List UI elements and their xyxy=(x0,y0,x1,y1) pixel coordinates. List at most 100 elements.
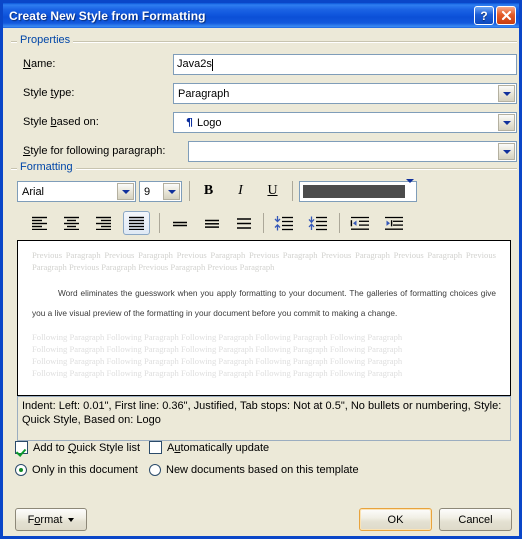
only-this-document-label: Only in this document xyxy=(32,464,138,476)
formatting-group: Formatting Arial 9 B I U Previous Paragr… xyxy=(11,161,517,401)
font-color-combobox[interactable] xyxy=(299,179,417,202)
decrease-paragraph-spacing-icon xyxy=(274,215,293,230)
line-spacing-single-button[interactable] xyxy=(167,212,192,234)
font-family-combobox[interactable]: Arial xyxy=(17,181,136,202)
toolbar-separator xyxy=(159,213,160,233)
chevron-glyph xyxy=(502,91,511,96)
underline-button[interactable]: U xyxy=(260,180,285,202)
radio-button-circle xyxy=(149,464,161,476)
properties-group-line xyxy=(11,41,517,43)
line-spacing-1-icon xyxy=(172,221,187,226)
chevron-down-icon[interactable] xyxy=(498,85,515,102)
style-following-combobox[interactable] xyxy=(188,141,517,162)
toolbar-separator xyxy=(292,181,293,201)
chevron-down-icon[interactable] xyxy=(117,183,134,200)
decrease-indent-button[interactable] xyxy=(347,212,372,234)
chevron-down-icon[interactable] xyxy=(498,114,515,131)
spacing-after-button[interactable] xyxy=(305,212,330,234)
align-left-button[interactable] xyxy=(27,212,52,234)
style-type-value: Paragraph xyxy=(178,87,230,100)
align-center-button[interactable] xyxy=(59,212,84,234)
title-bar: Create New Style from Formatting ? xyxy=(3,3,519,28)
cancel-button-label: Cancel xyxy=(458,513,493,526)
increase-indent-button[interactable] xyxy=(381,212,406,234)
close-x-glyph xyxy=(501,10,511,21)
new-documents-radio[interactable]: New documents based on this template xyxy=(149,464,359,476)
align-right-button[interactable] xyxy=(91,212,116,234)
line-spacing-1-5-button[interactable] xyxy=(199,212,224,234)
ok-button-label: OK xyxy=(387,513,404,526)
format-button-label: Format xyxy=(27,513,63,526)
font-size-combobox[interactable]: 9 xyxy=(139,181,182,202)
cancel-button[interactable]: Cancel xyxy=(439,508,512,531)
formatting-group-line xyxy=(11,168,517,170)
style-based-on-combobox[interactable]: ¶ Logo xyxy=(173,112,517,133)
line-spacing-1.5-icon xyxy=(204,219,219,228)
spacing-before-button[interactable] xyxy=(271,212,296,234)
underline-icon: U xyxy=(267,183,278,198)
font-family-value: Arial xyxy=(22,185,45,198)
close-icon[interactable] xyxy=(496,6,516,25)
radio-button-circle xyxy=(15,464,27,476)
style-description-box: Indent: Left: 0.01", First line: 0.36", … xyxy=(17,396,511,441)
style-type-combobox[interactable]: Paragraph xyxy=(173,83,517,104)
italic-button[interactable]: I xyxy=(228,180,253,202)
line-spacing-2-icon xyxy=(236,217,251,229)
chevron-down-icon[interactable] xyxy=(498,143,515,160)
format-button[interactable]: Format xyxy=(15,508,87,531)
add-to-quick-style-checkbox[interactable]: Add to Quick Style list xyxy=(15,441,140,454)
font-size-value: 9 xyxy=(144,185,151,198)
name-input-value: Java2s xyxy=(177,58,212,70)
toolbar-separator xyxy=(339,213,340,233)
style-based-on-value: Logo xyxy=(197,116,222,129)
increase-indent-icon xyxy=(384,216,403,230)
font-color-swatch xyxy=(303,185,405,198)
preview-previous-paragraph: Previous Paragraph Previous Paragraph Pr… xyxy=(32,250,496,272)
properties-group: Properties Name: Java2s Style type: Para… xyxy=(11,34,517,162)
help-icon[interactable]: ? xyxy=(474,6,494,25)
formatting-group-label: Formatting xyxy=(17,161,76,173)
preview-following-paragraph: Following Paragraph Following Paragraph … xyxy=(32,332,403,342)
dialog-title: Create New Style from Formatting xyxy=(9,8,206,23)
line-spacing-double-button[interactable] xyxy=(231,212,256,234)
style-description-text: Indent: Left: 0.01", First line: 0.36", … xyxy=(22,400,502,426)
style-preview-pane: Previous Paragraph Previous Paragraph Pr… xyxy=(17,240,511,396)
name-input[interactable]: Java2s xyxy=(173,54,517,75)
align-right-icon xyxy=(96,216,111,230)
chevron-down-icon[interactable] xyxy=(163,183,180,200)
checkbox-box xyxy=(15,441,28,454)
new-documents-label: New documents based on this template xyxy=(166,464,359,476)
increase-paragraph-spacing-icon xyxy=(308,216,327,230)
add-to-quick-style-label: Add to Quick Style list xyxy=(33,441,140,454)
bold-button[interactable]: B xyxy=(196,180,221,202)
preview-sample-text: Word eliminates the guesswork when you a… xyxy=(32,288,496,318)
ok-button[interactable]: OK xyxy=(359,508,432,531)
chevron-glyph xyxy=(167,189,176,194)
only-this-document-radio[interactable]: Only in this document xyxy=(15,464,138,476)
name-label: Name: xyxy=(23,58,56,70)
preview-following-paragraph: Following Paragraph Following Paragraph … xyxy=(32,368,403,378)
style-following-label: Style for following paragraph: xyxy=(23,145,166,157)
checkbox-box xyxy=(149,441,162,454)
italic-icon: I xyxy=(238,183,243,198)
chevron-down-icon xyxy=(68,517,75,522)
automatically-update-checkbox[interactable]: Automatically update xyxy=(149,441,269,454)
chevron-down-icon[interactable] xyxy=(406,179,414,200)
align-center-icon xyxy=(64,216,79,230)
align-justify-icon xyxy=(129,216,144,230)
automatically-update-label: Automatically update xyxy=(167,441,270,454)
chevron-glyph xyxy=(502,149,511,154)
preview-following-paragraph: Following Paragraph Following Paragraph … xyxy=(32,344,403,354)
chevron-glyph xyxy=(121,189,130,194)
style-type-label: Style type: xyxy=(23,87,75,99)
preview-following-paragraph: Following Paragraph Following Paragraph … xyxy=(32,356,403,366)
create-new-style-dialog: Create New Style from Formatting ? Prope… xyxy=(0,0,522,539)
chevron-glyph xyxy=(502,120,511,125)
properties-group-label: Properties xyxy=(17,34,74,46)
bold-icon: B xyxy=(203,183,214,198)
align-left-icon xyxy=(32,216,47,230)
pilcrow-icon: ¶ xyxy=(186,116,193,129)
style-based-on-label: Style based on: xyxy=(23,116,99,128)
title-bar-buttons: ? xyxy=(474,6,516,25)
align-justify-button[interactable] xyxy=(123,211,150,235)
